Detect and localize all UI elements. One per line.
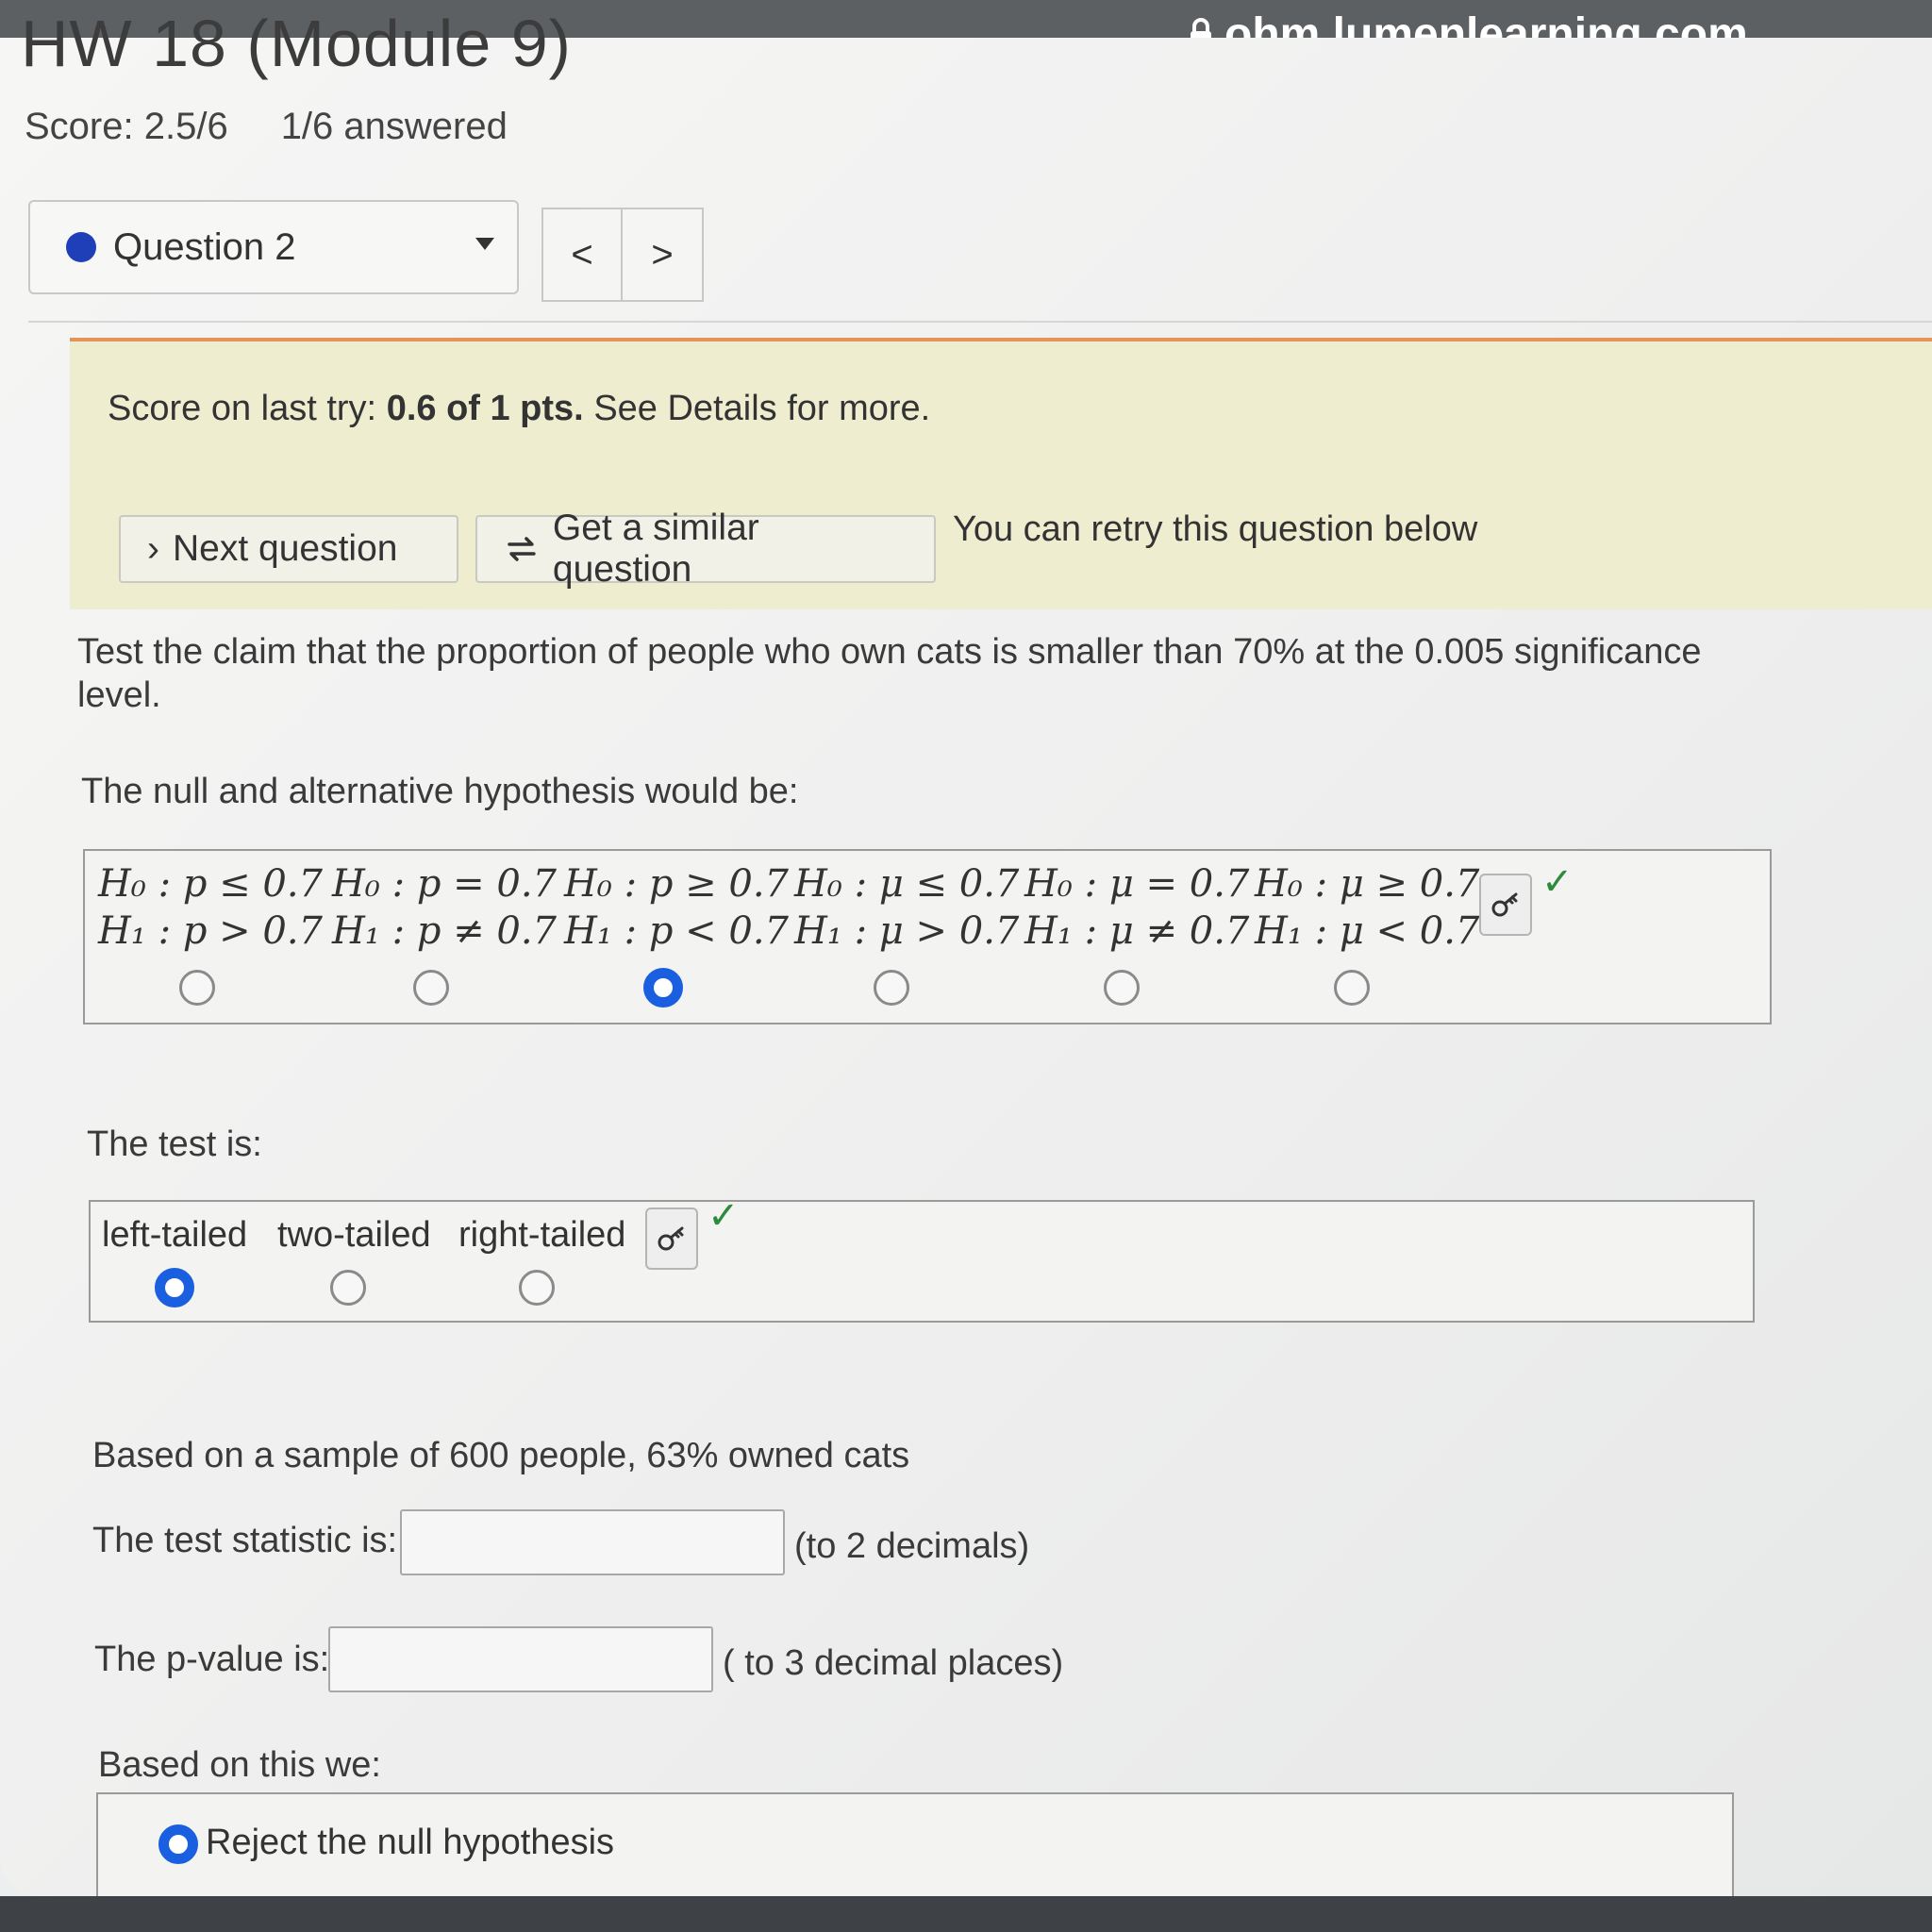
tail-key-button[interactable] — [645, 1208, 698, 1270]
assignment-title: HW 18 (Module 9) — [21, 7, 572, 80]
test-label: The test is: — [87, 1124, 262, 1164]
hypothesis-radio-6[interactable] — [1334, 970, 1370, 1006]
tail-radio-left[interactable] — [155, 1268, 194, 1307]
h1-text: H₁ : μ ≠ 0.7 — [1024, 909, 1250, 953]
h1-text: H₁ : μ > 0.7 — [794, 909, 1020, 953]
page-content: HW 18 (Module 9) Score: 2.5/6 1/6 answer… — [0, 7, 1932, 1921]
swap-arrows-icon — [508, 537, 536, 561]
conclusion-label: Based on this we: — [98, 1745, 381, 1785]
hypothesis-option-5[interactable]: H₀ : μ = 0.7 H₁ : μ ≠ 0.7 — [1024, 860, 1249, 955]
test-statistic-hint: (to 2 decimals) — [794, 1526, 1030, 1566]
similar-question-button[interactable]: Get a similar question — [475, 508, 936, 590]
score-suffix: See Details for more. — [593, 389, 931, 428]
pvalue-input[interactable] — [328, 1626, 713, 1692]
caret-down-icon — [475, 238, 494, 250]
hypothesis-key-button[interactable] — [1479, 874, 1532, 936]
h0-text: H₀ : μ ≤ 0.7 — [794, 862, 1020, 906]
hypothesis-radio-4[interactable] — [874, 970, 909, 1006]
hypothesis-option-6[interactable]: H₀ : μ ≥ 0.7 H₁ : μ < 0.7 — [1255, 860, 1479, 955]
pvalue-label: The p-value is: — [94, 1640, 330, 1679]
correct-check-icon: ✓ — [708, 1195, 740, 1237]
next-question-label: Next question — [173, 528, 398, 569]
score-text: Score: 2.5/6 — [25, 106, 228, 147]
hypothesis-label: The null and alternative hypothesis woul… — [81, 772, 799, 811]
score-line: Score: 2.5/6 1/6 answered — [25, 106, 508, 148]
question-prompt: Test the claim that the proportion of pe… — [77, 632, 1702, 715]
question-status-dot — [66, 232, 96, 262]
h1-text: H₁ : μ < 0.7 — [1255, 909, 1480, 953]
conclusion-choices: Reject the null hypothesis — [96, 1792, 1734, 1906]
hypothesis-radio-5[interactable] — [1104, 970, 1140, 1006]
hypothesis-radio-3[interactable] — [643, 968, 683, 1008]
test-statistic-label: The test statistic is: — [92, 1521, 398, 1560]
tail-choices: left-tailed two-tailed right-tailed ✓ — [89, 1195, 1755, 1323]
chevron-left-icon: < — [571, 233, 593, 275]
chevron-right-icon: > — [651, 233, 674, 275]
tail-label-right: right-tailed — [458, 1215, 626, 1255]
question-select[interactable]: Question 2 — [28, 200, 519, 294]
correct-check-icon: ✓ — [1541, 861, 1574, 903]
nav-divider — [28, 321, 1932, 323]
next-question-arrow-button[interactable]: > — [623, 208, 704, 302]
hypothesis-radio-1[interactable] — [179, 970, 215, 1006]
last-try-score: Score on last try: 0.6 of 1 pts. See Det… — [108, 389, 930, 429]
question-nav-buttons: < > — [541, 208, 704, 302]
similar-question-label: Get a similar question — [552, 508, 759, 590]
test-statistic-input[interactable] — [400, 1509, 785, 1575]
screen-bottom-edge — [0, 1896, 1932, 1932]
answered-text: 1/6 answered — [280, 106, 508, 147]
question-select-label: Question 2 — [113, 225, 296, 268]
retry-text: You can retry this question below — [953, 509, 1478, 549]
hypothesis-option-1[interactable]: H₀ : p ≤ 0.7 H₁ : p > 0.7 — [98, 860, 323, 955]
tail-radio-two[interactable] — [330, 1270, 366, 1306]
h0-text: H₀ : p ≥ 0.7 — [564, 862, 789, 906]
h1-text: H₁ : p < 0.7 — [564, 909, 789, 953]
tail-radio-right[interactable] — [519, 1270, 555, 1306]
h1-text: H₁ : p > 0.7 — [98, 909, 323, 953]
reject-label[interactable]: Reject the null hypothesis — [206, 1823, 614, 1863]
hypothesis-option-4[interactable]: H₀ : μ ≤ 0.7 H₁ : μ > 0.7 — [794, 860, 1019, 955]
h0-text: H₀ : p = 0.7 — [332, 862, 557, 906]
chevron-right-icon: › — [147, 528, 159, 569]
reject-radio[interactable] — [158, 1824, 198, 1864]
hypothesis-choices: H₀ : p ≤ 0.7 H₁ : p > 0.7 H₀ : p = 0.7 H… — [83, 849, 1772, 1024]
score-banner: Score on last try: 0.6 of 1 pts. See Det… — [70, 338, 1932, 609]
score-value: 0.6 of 1 pts. — [386, 389, 584, 428]
prev-question-button[interactable]: < — [541, 208, 623, 302]
h0-text: H₀ : μ ≥ 0.7 — [1255, 862, 1480, 906]
tail-label-two: two-tailed — [277, 1215, 431, 1255]
next-question-button[interactable]: › Next question — [119, 515, 458, 583]
score-prefix: Score on last try: — [108, 389, 377, 428]
tail-label-left: left-tailed — [102, 1215, 248, 1255]
pvalue-hint: ( to 3 decimal places) — [723, 1643, 1064, 1683]
h0-text: H₀ : μ = 0.7 — [1024, 862, 1250, 906]
hypothesis-radio-2[interactable] — [413, 970, 449, 1006]
key-icon — [1491, 892, 1518, 917]
h1-text: H₁ : p ≠ 0.7 — [332, 909, 557, 953]
hypothesis-option-3[interactable]: H₀ : p ≥ 0.7 H₁ : p < 0.7 — [564, 860, 789, 955]
sample-text: Based on a sample of 600 people, 63% own… — [92, 1436, 910, 1475]
key-icon — [658, 1226, 684, 1251]
hypothesis-option-2[interactable]: H₀ : p = 0.7 H₁ : p ≠ 0.7 — [332, 860, 557, 955]
h0-text: H₀ : p ≤ 0.7 — [98, 862, 323, 906]
